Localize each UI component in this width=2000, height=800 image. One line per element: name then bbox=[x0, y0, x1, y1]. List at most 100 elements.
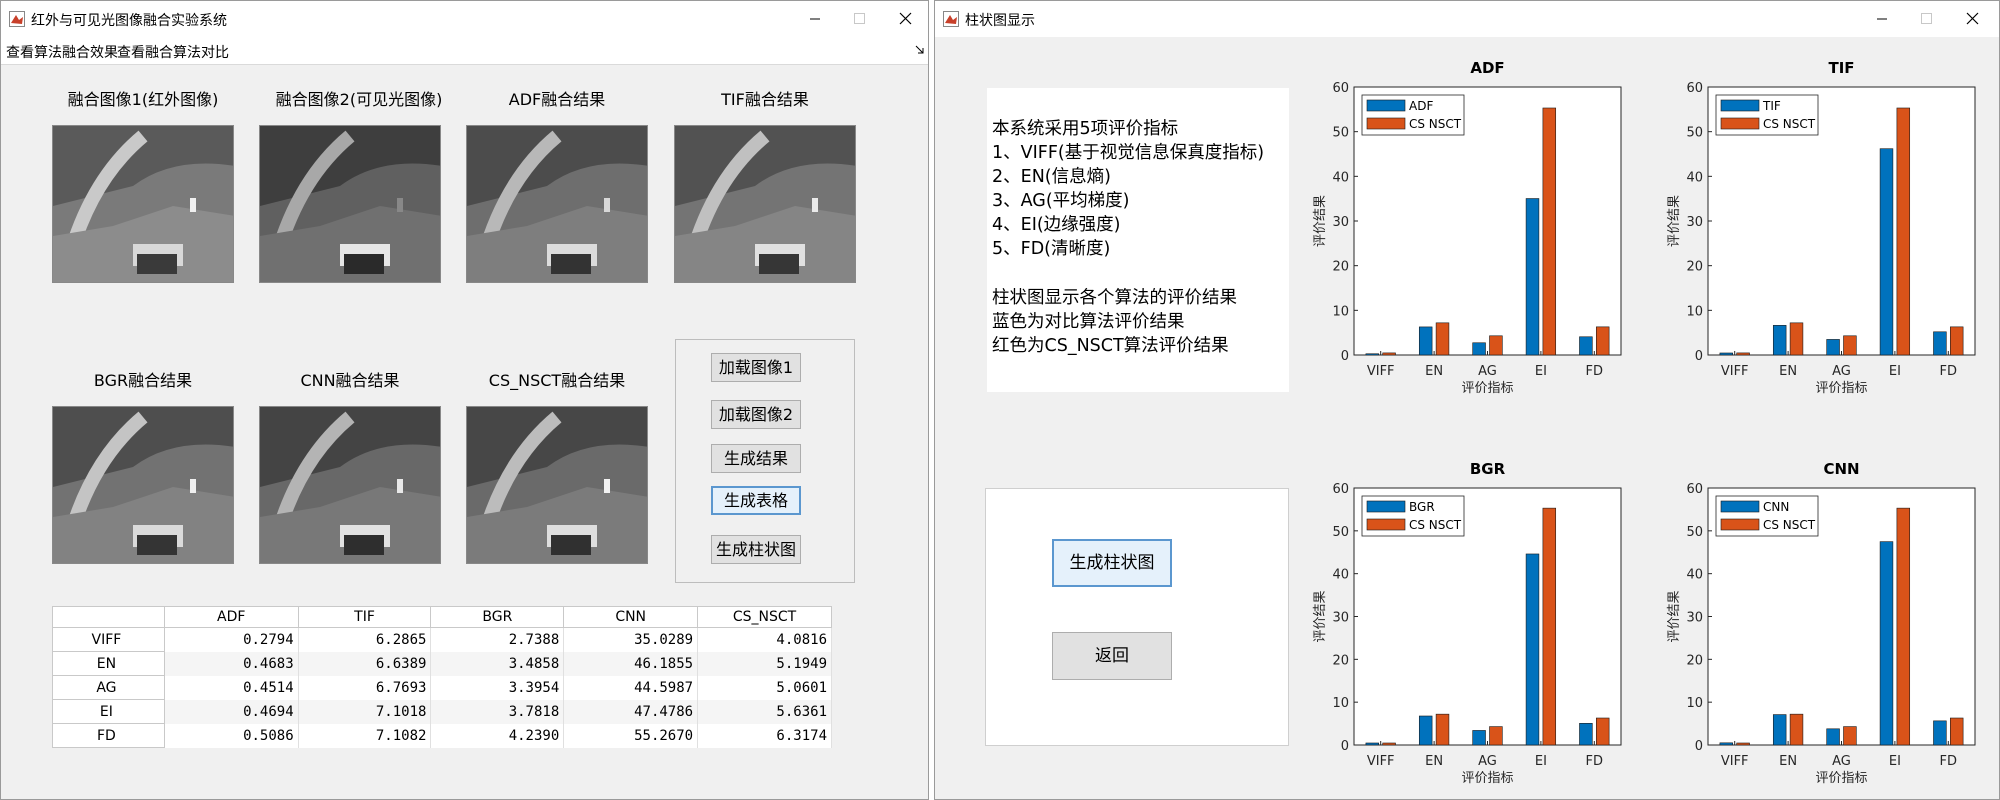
y-tick-label: 60 bbox=[1686, 81, 1703, 96]
close-button[interactable] bbox=[883, 1, 927, 37]
menu-view-fusion-effect[interactable]: 查看算法融合效果 bbox=[6, 42, 118, 62]
table-cell[interactable]: 47.4786 bbox=[563, 699, 699, 724]
y-tick-label: 30 bbox=[1686, 215, 1703, 230]
x-axis-label: 评价指标 bbox=[1815, 381, 1867, 396]
chart-title: CNN bbox=[1823, 460, 1859, 478]
table-cell[interactable]: 6.2865 bbox=[298, 627, 432, 652]
table-cell[interactable]: 6.6389 bbox=[298, 651, 432, 676]
x-tick-label: AG bbox=[1478, 754, 1497, 769]
bar-adf bbox=[1579, 336, 1593, 356]
table-cell[interactable]: 5.1949 bbox=[697, 651, 832, 676]
row-header: AG bbox=[52, 675, 165, 700]
table-cell[interactable]: 2.7388 bbox=[430, 627, 565, 652]
y-tick-label: 10 bbox=[1686, 696, 1703, 711]
table-cell[interactable]: 35.0289 bbox=[563, 627, 699, 652]
y-tick-label: 20 bbox=[1686, 260, 1703, 275]
info-line: 柱状图显示各个算法的评价结果 bbox=[992, 288, 1237, 308]
bar-cs-nsct bbox=[1896, 107, 1911, 356]
maximize-button[interactable] bbox=[837, 1, 881, 37]
y-tick-label: 50 bbox=[1332, 525, 1349, 540]
bar-cs-nsct bbox=[1542, 507, 1557, 746]
load-image1-button[interactable]: 加载图像1 bbox=[711, 353, 801, 382]
load-image2-button[interactable]: 加载图像2 bbox=[711, 400, 801, 429]
table-cell[interactable]: 0.5086 bbox=[164, 723, 299, 748]
table-cell[interactable]: 6.3174 bbox=[697, 723, 832, 748]
generate-table-button[interactable]: 生成表格 bbox=[711, 486, 801, 515]
y-tick-label: 60 bbox=[1332, 482, 1349, 497]
column-header[interactable]: BGR bbox=[430, 606, 565, 628]
table-cell[interactable]: 46.1855 bbox=[563, 651, 699, 676]
table-cell[interactable]: 44.5987 bbox=[563, 675, 699, 700]
table-cell[interactable]: 7.1082 bbox=[298, 723, 432, 748]
y-tick-label: 60 bbox=[1686, 482, 1703, 497]
window-title: 红外与可见光图像融合实验系统 bbox=[31, 13, 227, 29]
table-cell[interactable]: 4.0816 bbox=[697, 627, 832, 652]
y-tick-label: 20 bbox=[1686, 653, 1703, 668]
y-tick-label: 40 bbox=[1686, 568, 1703, 583]
resize-arrow-icon bbox=[915, 45, 924, 54]
y-tick-label: 0 bbox=[1695, 739, 1703, 754]
bar-tif bbox=[1772, 325, 1787, 356]
back-button[interactable]: 返回 bbox=[1052, 632, 1172, 680]
generate-result-button[interactable]: 生成结果 bbox=[711, 444, 801, 473]
image-adf bbox=[466, 125, 648, 283]
column-header[interactable]: TIF bbox=[297, 606, 432, 628]
table-cell[interactable]: 5.6361 bbox=[697, 699, 832, 724]
y-tick-label: 40 bbox=[1332, 170, 1349, 185]
x-axis-label: 评价指标 bbox=[1815, 771, 1867, 786]
y-axis-label: 评价结果 bbox=[1313, 195, 1328, 247]
bar-cnn bbox=[1772, 714, 1787, 746]
row-header: VIFF bbox=[52, 627, 165, 652]
minimize-button[interactable] bbox=[1860, 1, 1904, 37]
grayscale-scene-image bbox=[53, 407, 233, 563]
bar-adf bbox=[1365, 353, 1380, 356]
x-tick-label: EN bbox=[1425, 364, 1443, 379]
menu-bar: 查看算法融合效果 查看融合算法对比 bbox=[1, 37, 928, 65]
y-tick-label: 50 bbox=[1686, 126, 1703, 141]
bar-cs-nsct bbox=[1542, 107, 1557, 356]
column-header[interactable]: ADF bbox=[163, 606, 299, 628]
bar-bgr bbox=[1472, 730, 1486, 746]
table-cell[interactable]: 0.4514 bbox=[164, 675, 299, 700]
table-cell[interactable]: 0.4694 bbox=[164, 699, 299, 724]
close-button[interactable] bbox=[1950, 1, 1994, 37]
y-tick-label: 30 bbox=[1686, 611, 1703, 626]
minimize-button[interactable] bbox=[793, 1, 837, 37]
legend-label: ADF bbox=[1409, 99, 1433, 113]
table-cell[interactable]: 3.7818 bbox=[430, 699, 565, 724]
table-cell[interactable]: 6.7693 bbox=[298, 675, 432, 700]
menu-compare-algorithms[interactable]: 查看融合算法对比 bbox=[117, 42, 229, 62]
maximize-icon bbox=[1921, 13, 1932, 24]
generate-bar-chart-button[interactable]: 生成柱状图 bbox=[711, 535, 801, 564]
x-tick-label: FD bbox=[1940, 364, 1958, 379]
grayscale-scene-image bbox=[260, 126, 440, 282]
table-cell[interactable]: 3.3954 bbox=[430, 675, 565, 700]
generate-bar-chart-button[interactable]: 生成柱状图 bbox=[1052, 539, 1172, 587]
info-line: 5、FD(清晰度) bbox=[992, 239, 1111, 259]
legend-label: CS NSCT bbox=[1763, 117, 1816, 131]
bar-chart-cnn: CNN 0 10 20 30 40 50 60 VIFF EN AG EI FD 评价指标 评价结果 CNN C… bbox=[1667, 460, 1976, 786]
table-row: VIFF 0.2794 6.2865 2.7388 35.0289 4.0816 bbox=[52, 627, 832, 652]
y-tick-label: 30 bbox=[1332, 215, 1349, 230]
bar-cs-nsct bbox=[1382, 352, 1396, 356]
legend-swatch bbox=[1720, 500, 1760, 513]
x-tick-label: FD bbox=[1586, 364, 1604, 379]
maximize-button[interactable] bbox=[1904, 1, 1948, 37]
table-cell[interactable]: 0.2794 bbox=[164, 627, 299, 652]
table-cell[interactable]: 3.4858 bbox=[430, 651, 565, 676]
table-cell[interactable]: 4.2390 bbox=[430, 723, 565, 748]
column-header[interactable]: CNN bbox=[563, 606, 699, 628]
legend-label: BGR bbox=[1409, 500, 1435, 514]
table-cell[interactable]: 5.0601 bbox=[697, 675, 832, 700]
bar-bgr bbox=[1579, 723, 1593, 746]
maximize-icon bbox=[854, 13, 865, 24]
bar-cnn bbox=[1826, 728, 1840, 746]
column-header[interactable]: CS_NSCT bbox=[697, 606, 832, 628]
table-cell[interactable]: 0.4683 bbox=[164, 651, 299, 676]
table-cell[interactable]: 55.2670 bbox=[563, 723, 699, 748]
x-tick-label: VIFF bbox=[1367, 754, 1395, 769]
table-cell[interactable]: 7.1018 bbox=[298, 699, 432, 724]
legend-swatch bbox=[1720, 518, 1760, 531]
y-tick-label: 0 bbox=[1341, 739, 1349, 754]
x-tick-label: EI bbox=[1889, 754, 1901, 769]
